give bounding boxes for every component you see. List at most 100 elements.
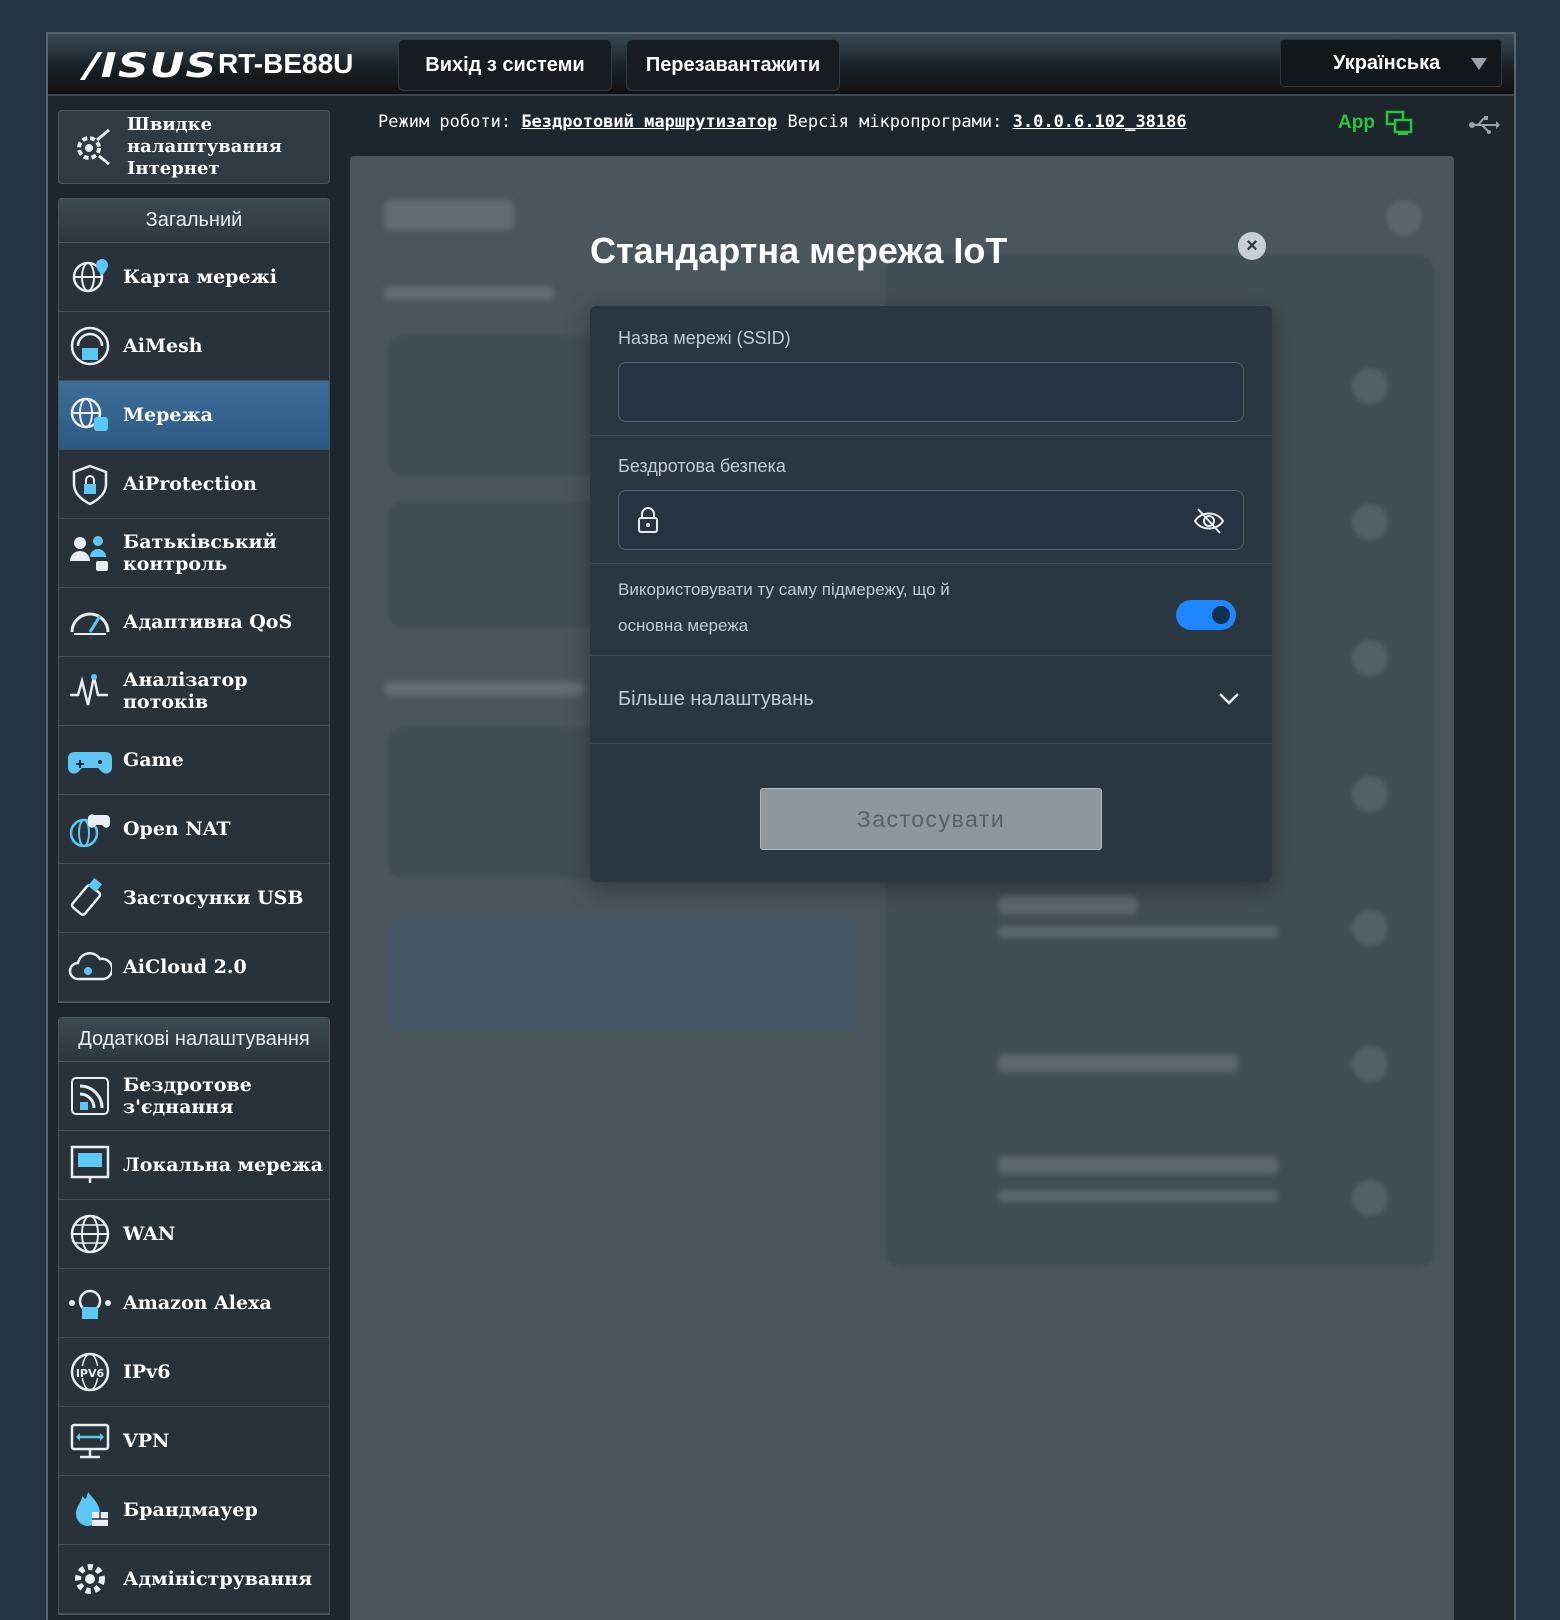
sidebar-item-label: AiProtection xyxy=(123,473,257,495)
sidebar-item-label: Open NAT xyxy=(123,818,231,840)
blurred-text xyxy=(998,1190,1278,1202)
sidebar-item-label: Бездротове з'єднання xyxy=(123,1074,252,1118)
sidebar-item[interactable]: Застосунки USB xyxy=(59,864,329,933)
general-menu: Загальний Карта мережі AiMesh Мережа AiProt… xyxy=(58,198,330,1003)
sidebar-item[interactable]: AiMesh xyxy=(59,312,329,381)
close-icon[interactable]: × xyxy=(1238,232,1266,260)
apply-button[interactable]: Застосувати xyxy=(760,788,1102,850)
sidebar-item[interactable]: Брандмауер xyxy=(59,1476,329,1545)
quick-internet-setup[interactable]: Швидке налаштування Інтернет xyxy=(58,110,330,184)
sidebar-item[interactable]: Amazon Alexa xyxy=(59,1269,329,1338)
sidebar-item[interactable]: IPV6 IPv6 xyxy=(59,1338,329,1407)
aicloud-icon xyxy=(67,944,113,990)
blurred-chevron-icon xyxy=(1352,1046,1388,1082)
aimesh-icon xyxy=(67,323,113,369)
quick-setup-label: Швидке налаштування Інтернет xyxy=(127,114,283,179)
logout-button[interactable]: Вихід з системи xyxy=(398,39,612,91)
usb-apps-icon xyxy=(67,875,113,921)
status-line: Режим роботи: Бездротовий маршрутизатор … xyxy=(378,112,1187,142)
alexa-icon xyxy=(67,1280,113,1326)
blurred-chevron-icon xyxy=(1352,640,1388,676)
eye-hidden-icon[interactable] xyxy=(1193,507,1225,535)
security-section: Бездротова безпека xyxy=(590,436,1272,564)
sidebar-item-label: Адміністрування xyxy=(123,1568,313,1590)
advanced-menu-title: Додаткові налаштування xyxy=(59,1018,329,1062)
svg-text:IPV6: IPV6 xyxy=(76,1367,105,1380)
sidebar-item-label: Застосунки USB xyxy=(123,887,304,909)
sidebar-item-label: Карта мережі xyxy=(123,266,277,288)
same-subnet-section: Використовувати ту саму підмережу, що й … xyxy=(590,564,1272,656)
open-nat-icon xyxy=(67,806,113,852)
sidebar: Швидке налаштування Інтернет Загальний К… xyxy=(58,110,330,1620)
firmware-link[interactable]: 3.0.0.6.102_38186 xyxy=(1013,112,1187,132)
blurred-help-icon xyxy=(1386,200,1422,236)
firmware-label: Версія мікропрограми: xyxy=(787,112,1003,132)
blurred-text xyxy=(998,896,1138,914)
sidebar-item-label: WAN xyxy=(123,1223,176,1245)
same-subnet-label-line1: Використовувати ту саму підмережу, що й xyxy=(618,580,950,599)
asus-logo: /ISUS xyxy=(84,46,218,86)
mode-label: Режим роботи: xyxy=(378,112,512,132)
sidebar-item-label: Адаптивна QoS xyxy=(123,611,293,633)
blurred-subtitle xyxy=(384,286,554,300)
quick-setup-icon xyxy=(69,124,115,170)
language-select[interactable]: Українська xyxy=(1280,39,1502,87)
sidebar-item-label: AiCloud 2.0 xyxy=(123,956,247,978)
sidebar-item[interactable]: Бездротове з'єднання xyxy=(59,1062,329,1131)
sidebar-item[interactable]: Адаптивна QoS xyxy=(59,588,329,657)
password-field[interactable] xyxy=(618,490,1244,550)
sidebar-item[interactable]: Локальна мережа xyxy=(59,1131,329,1200)
sidebar-item-label: Локальна мережа xyxy=(123,1154,324,1176)
blurred-subtitle xyxy=(384,682,584,696)
ssid-input[interactable] xyxy=(618,362,1244,422)
sidebar-item[interactable]: Карта мережі xyxy=(59,243,329,312)
language-label: Українська xyxy=(1333,51,1441,74)
sidebar-item[interactable]: AiCloud 2.0 xyxy=(59,933,329,1002)
sidebar-item-label: Amazon Alexa xyxy=(123,1292,272,1314)
more-settings-label: Більше налаштувань xyxy=(618,688,814,710)
blurred-chevron-icon xyxy=(1352,504,1388,540)
reboot-button[interactable]: Перезавантажити xyxy=(626,39,840,91)
sidebar-item[interactable]: Батьківський контроль xyxy=(59,519,329,588)
sidebar-item-label: Game xyxy=(123,749,184,771)
wan-icon xyxy=(67,1211,113,1257)
mode-link[interactable]: Бездротовий маршрутизатор xyxy=(521,112,777,132)
general-menu-title: Загальний xyxy=(59,199,329,243)
app-indicator[interactable]: App xyxy=(1338,110,1413,136)
blurred-text xyxy=(998,1054,1238,1072)
ssid-section: Назва мережі (SSID) xyxy=(590,306,1272,436)
sidebar-item-label: VPN xyxy=(123,1430,170,1452)
sidebar-item[interactable]: AiProtection xyxy=(59,450,329,519)
sidebar-item-label: Мережа xyxy=(123,404,213,426)
app-devices-icon xyxy=(1385,110,1413,135)
app-label: App xyxy=(1338,112,1375,133)
sidebar-item[interactable]: Game xyxy=(59,726,329,795)
usb-icon xyxy=(1469,116,1500,134)
blurred-chevron-icon xyxy=(1352,910,1388,946)
ipv6-icon: IPV6 xyxy=(67,1349,113,1395)
blurred-text xyxy=(998,926,1278,938)
sidebar-item[interactable]: VPN xyxy=(59,1407,329,1476)
ssid-label: Назва мережі (SSID) xyxy=(618,328,791,348)
blurred-chevron-icon xyxy=(1352,1180,1388,1216)
sidebar-item[interactable]: WAN xyxy=(59,1200,329,1269)
sidebar-item[interactable]: Аналізатор потоків xyxy=(59,657,329,726)
blurred-chevron-icon xyxy=(1352,368,1388,404)
administration-icon xyxy=(67,1556,113,1602)
wireless-icon xyxy=(67,1073,113,1119)
same-subnet-toggle[interactable] xyxy=(1176,600,1236,630)
blurred-card xyxy=(388,920,858,1030)
sidebar-item[interactable]: Адміністрування xyxy=(59,1545,329,1614)
firewall-icon xyxy=(67,1487,113,1533)
sidebar-item[interactable]: Мережа xyxy=(59,381,329,450)
qos-icon xyxy=(67,599,113,645)
game-icon xyxy=(67,737,113,783)
blurred-page-title xyxy=(384,200,514,230)
chevron-down-icon xyxy=(1219,693,1239,705)
sidebar-item[interactable]: Open NAT xyxy=(59,795,329,864)
more-settings-expander[interactable]: Більше налаштувань xyxy=(590,656,1272,744)
lock-icon xyxy=(638,507,658,533)
model-name: RT-BE88U xyxy=(218,48,354,79)
vpn-icon xyxy=(67,1418,113,1464)
traffic-analyzer-icon xyxy=(67,668,113,714)
